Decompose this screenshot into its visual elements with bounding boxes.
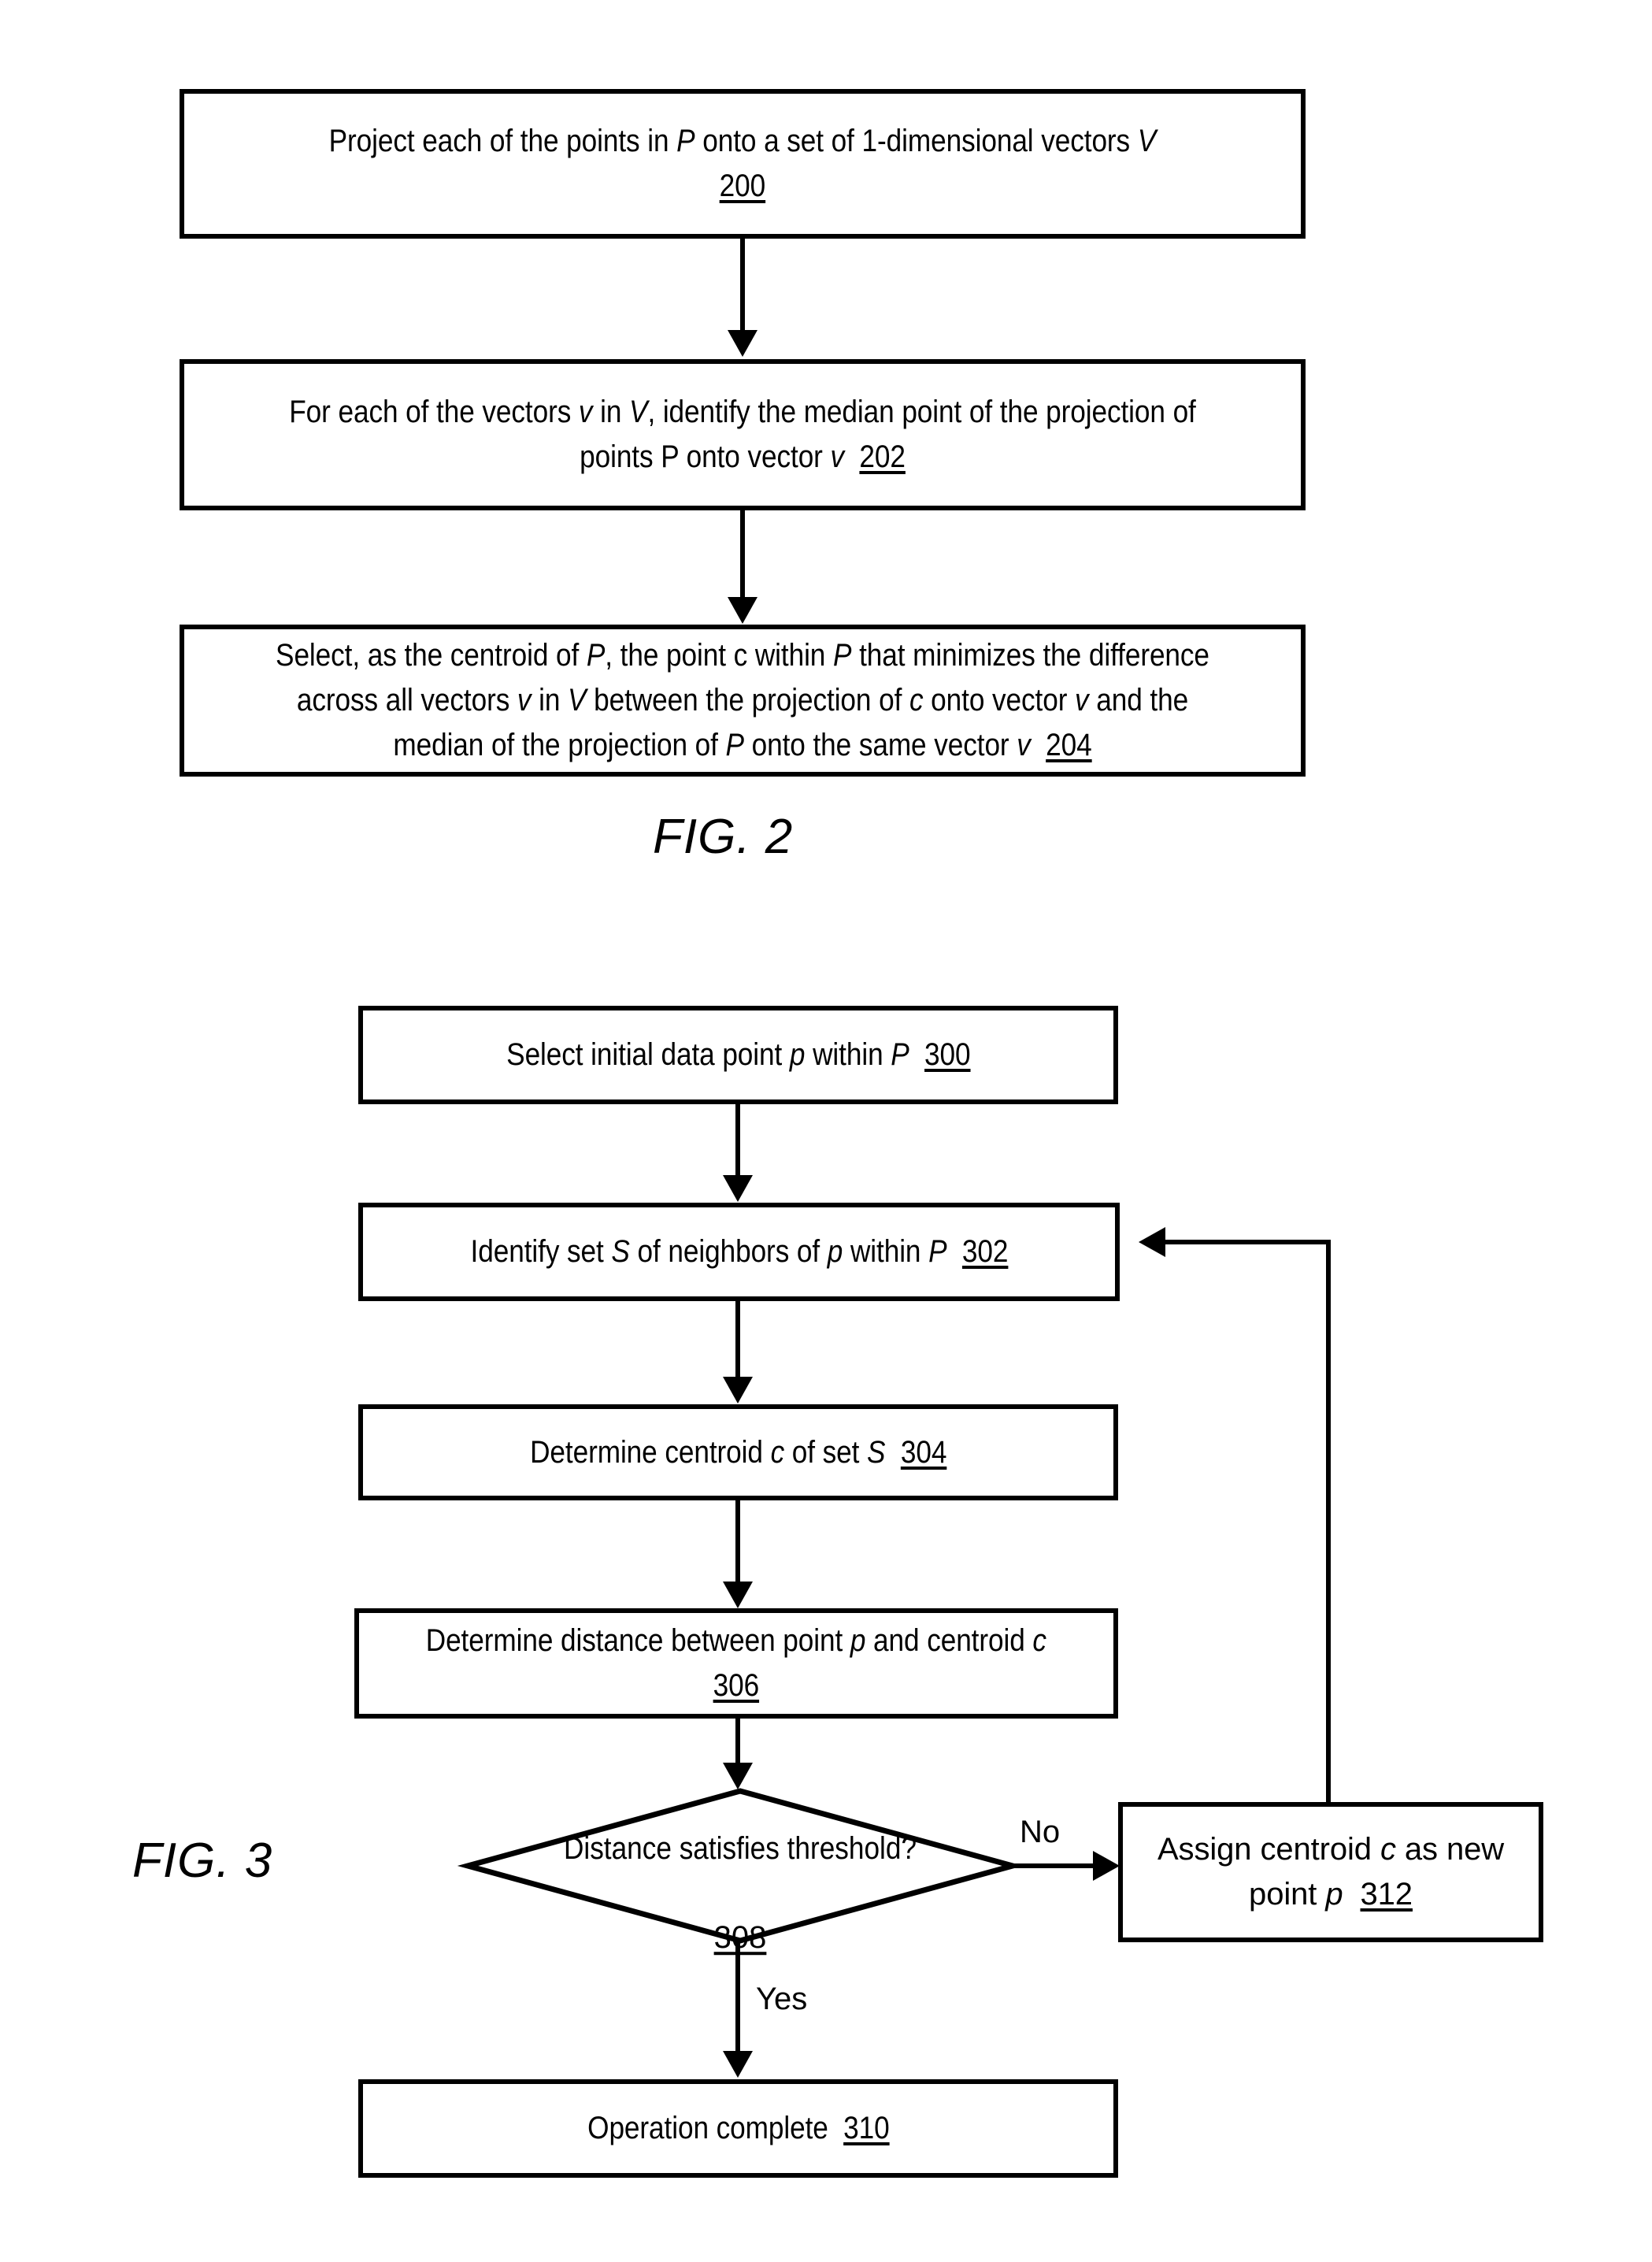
connector-200-to-202-arrowhead (728, 330, 757, 357)
connector-302-to-304-arrowhead (723, 1377, 753, 1404)
flowchart-node-310-text: Operation complete 310 (587, 2111, 890, 2146)
flowchart-node-204: Select, as the centroid of P, the point … (180, 625, 1306, 777)
figure-3-caption: FIG. 3 (132, 1834, 273, 1888)
flowchart-node-200: Project each of the points in P onto a s… (180, 89, 1306, 239)
patent-drawing-sheet: Project each of the points in P onto a s… (0, 0, 1652, 2262)
flowchart-node-312: Assign centroid c as new point p 312 (1118, 1802, 1543, 1942)
edge-label-yes: Yes (756, 1982, 808, 2016)
connector-302-to-304 (735, 1301, 740, 1378)
flowchart-node-202: For each of the vectors v in V, identify… (180, 359, 1306, 510)
connector-304-to-306 (735, 1500, 740, 1583)
flowchart-node-302: Identify set S of neighbors of p within … (358, 1203, 1120, 1301)
flowchart-node-308-line1: Distance satisfies threshold? (563, 1831, 917, 1867)
flowchart-node-308: Distance satisfies threshold? 308 (457, 1788, 1024, 1956)
figure-2-caption: FIG. 2 (653, 810, 794, 864)
connector-202-to-204-arrowhead (728, 597, 757, 624)
flowchart-node-312-text: Assign centroid c as new point p 312 (1157, 1832, 1505, 1912)
flowchart-node-308-ref: 308 (713, 1920, 767, 1956)
flowchart-node-200-text: Project each of the points in P onto a s… (328, 124, 1157, 203)
feedback-loop-arrowhead (1139, 1227, 1165, 1257)
flowchart-node-204-text: Select, as the centroid of P, the point … (276, 638, 1209, 762)
connector-308-to-310-arrowhead (723, 2051, 753, 2078)
flowchart-node-304: Determine centroid c of set S 304 (358, 1404, 1118, 1500)
connector-300-to-302-arrowhead (723, 1175, 753, 1202)
connector-200-to-202 (740, 239, 745, 332)
flowchart-node-304-text: Determine centroid c of set S 304 (529, 1434, 947, 1470)
feedback-loop-horizontal (1165, 1240, 1331, 1244)
connector-304-to-306-arrowhead (723, 1582, 753, 1608)
flowchart-node-308-text: Distance satisfies threshold? 308 (465, 1782, 1016, 1960)
flowchart-node-300-text: Select initial data point p within P 300 (506, 1037, 971, 1073)
connector-202-to-204 (740, 510, 745, 599)
flowchart-node-306-text: Determine distance between point p and c… (425, 1623, 1047, 1703)
flowchart-node-300: Select initial data point p within P 300 (358, 1006, 1118, 1104)
feedback-loop-vertical (1326, 1240, 1331, 1802)
flowchart-node-306: Determine distance between point p and c… (354, 1608, 1118, 1719)
connector-300-to-302 (735, 1104, 740, 1177)
connector-308-to-312 (1013, 1863, 1095, 1868)
flowchart-node-202-text: For each of the vectors v in V, identify… (289, 395, 1196, 474)
edge-label-no: No (1020, 1815, 1061, 1849)
flowchart-node-302-text: Identify set S of neighbors of p within … (470, 1234, 1008, 1270)
connector-308-to-310 (735, 1942, 740, 2052)
connector-308-to-312-arrowhead (1093, 1851, 1120, 1881)
flowchart-node-310: Operation complete 310 (358, 2079, 1118, 2178)
connector-306-to-308 (735, 1719, 740, 1764)
